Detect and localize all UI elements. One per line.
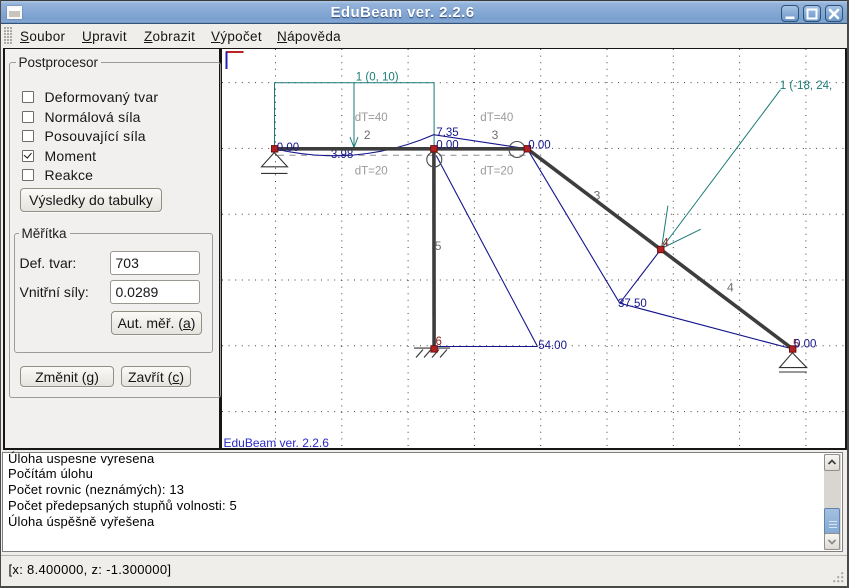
svg-text:2: 2 [363,128,370,142]
svg-text:3: 3 [491,128,498,142]
svg-text:0.00: 0.00 [276,142,298,154]
svg-text:3.98: 3.98 [330,149,352,161]
svg-text:6: 6 [435,336,441,348]
svg-text:dT=20: dT=20 [480,166,513,178]
svg-text:54.00: 54.00 [538,340,567,352]
svg-text:dT=20: dT=20 [354,166,387,178]
svg-text:0.00: 0.00 [528,140,550,152]
svg-text:EduBeam ver. 2.2.6: EduBeam ver. 2.2.6 [223,436,329,448]
svg-text:7.35: 7.35 [436,127,458,139]
svg-text:4: 4 [662,238,669,250]
svg-text:5: 5 [434,239,441,253]
svg-text:1 (-18, 24,: 1 (-18, 24, [779,80,831,92]
svg-text:1 (0, 10): 1 (0, 10) [355,72,398,84]
svg-text:4: 4 [727,281,734,295]
svg-text:0.00: 0.00 [436,140,458,152]
svg-text:dT=40: dT=40 [354,112,387,124]
svg-text:0.00: 0.00 [794,339,816,351]
svg-text:37.50: 37.50 [618,298,647,310]
svg-text:dT=40: dT=40 [480,112,513,124]
